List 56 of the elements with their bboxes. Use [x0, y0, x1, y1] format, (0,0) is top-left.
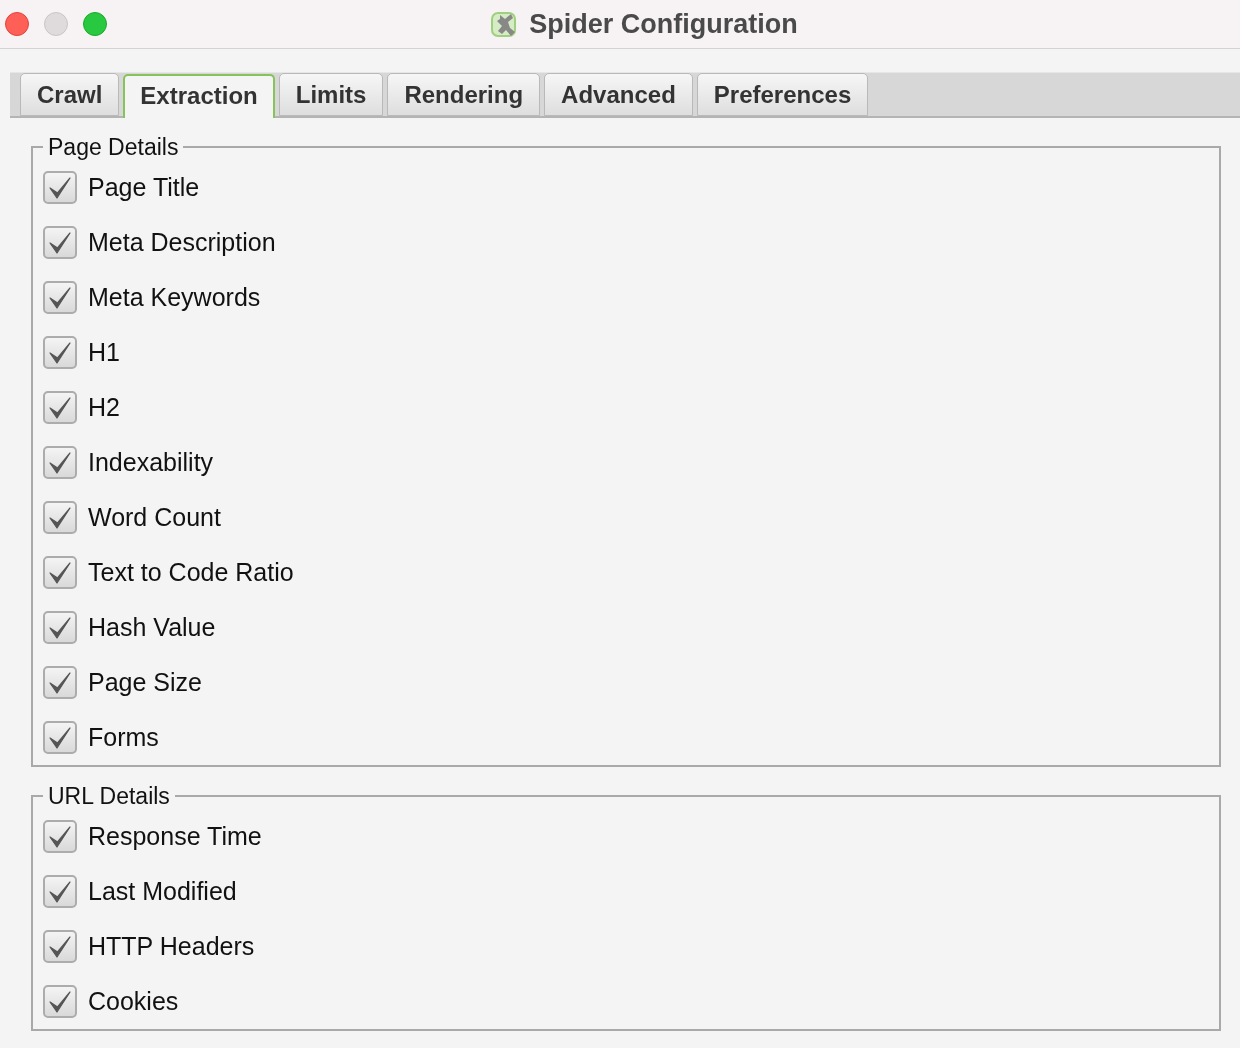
- check-icon: [49, 726, 71, 749]
- checkbox-label[interactable]: Page Title: [88, 173, 200, 202]
- checkbox[interactable]: [43, 875, 77, 908]
- checkbox-label[interactable]: H2: [88, 393, 120, 422]
- checkbox-label[interactable]: Last Modified: [88, 877, 237, 906]
- check-icon: [49, 506, 71, 529]
- close-icon[interactable]: [5, 12, 29, 36]
- checkbox-label[interactable]: Word Count: [88, 503, 221, 532]
- checkbox-label[interactable]: Meta Keywords: [88, 283, 261, 312]
- check-icon: [49, 990, 71, 1013]
- check-icon: [49, 231, 71, 254]
- checkbox[interactable]: [43, 666, 77, 699]
- group-title: Page Details: [47, 134, 180, 160]
- checkbox-label[interactable]: Meta Description: [88, 228, 276, 257]
- tab[interactable]: Advanced: [544, 73, 693, 116]
- check-icon: [49, 176, 71, 199]
- check-icon: [49, 616, 71, 639]
- check-icon: [49, 396, 71, 419]
- checkbox[interactable]: [43, 446, 77, 479]
- checkbox-label[interactable]: Response Time: [88, 822, 262, 851]
- checkbox-label[interactable]: Cookies: [88, 987, 179, 1016]
- checkbox[interactable]: [43, 611, 77, 644]
- check-icon: [49, 451, 71, 474]
- checkbox[interactable]: [43, 501, 77, 534]
- checkbox[interactable]: [43, 281, 77, 314]
- checkbox[interactable]: [43, 930, 77, 963]
- group-title: URL Details: [47, 783, 171, 809]
- checkbox[interactable]: [43, 985, 77, 1018]
- check-icon: [49, 825, 71, 848]
- checkbox-label[interactable]: Hash Value: [88, 613, 216, 642]
- check-icon: [49, 341, 71, 364]
- check-icon: [49, 935, 71, 958]
- checkbox[interactable]: [43, 721, 77, 754]
- tab[interactable]: Limits: [278, 73, 384, 116]
- check-icon: [49, 286, 71, 309]
- check-icon: [49, 671, 71, 694]
- checkbox[interactable]: [43, 336, 77, 369]
- checkbox-label[interactable]: Indexability: [88, 448, 214, 477]
- checkbox-label[interactable]: Page Size: [88, 668, 202, 697]
- check-icon: [49, 561, 71, 584]
- checkbox-label[interactable]: HTTP Headers: [88, 932, 255, 961]
- checkbox-label[interactable]: Text to Code Ratio: [88, 558, 294, 587]
- zoom-icon[interactable]: [83, 12, 107, 36]
- checkbox[interactable]: [43, 226, 77, 259]
- checkbox-label[interactable]: Forms: [88, 723, 159, 752]
- tab[interactable]: Crawl: [20, 73, 120, 116]
- checkbox-label[interactable]: H1: [88, 338, 120, 367]
- tab[interactable]: Extraction: [123, 74, 275, 118]
- checkbox[interactable]: [43, 391, 77, 424]
- checkbox[interactable]: [43, 556, 77, 589]
- window-title: Spider Configuration: [529, 8, 798, 40]
- tab[interactable]: Preferences: [696, 73, 869, 116]
- tab[interactable]: Rendering: [387, 73, 541, 116]
- check-icon: [49, 880, 71, 903]
- checkbox[interactable]: [43, 820, 77, 853]
- checkbox[interactable]: [43, 171, 77, 204]
